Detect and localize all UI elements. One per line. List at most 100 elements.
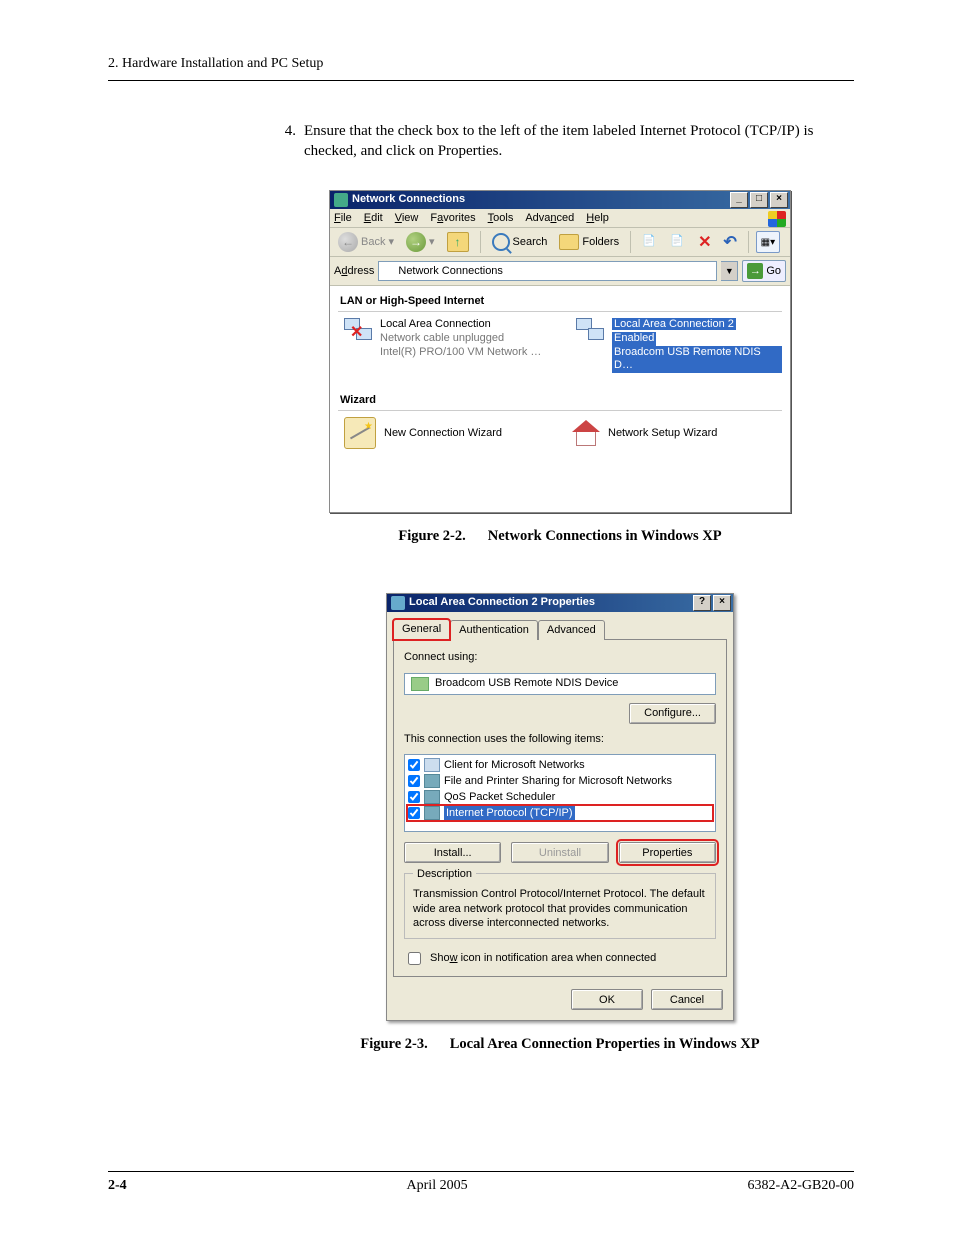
back-button[interactable]: ←Back ▾ [334, 231, 398, 253]
tab-general[interactable]: General [393, 619, 450, 640]
windows-flag-icon [768, 211, 786, 227]
menu-file[interactable]: File [334, 211, 352, 226]
content-area: LAN or High-Speed Internet ✕ Local Area … [330, 286, 790, 512]
install-button[interactable]: Install... [404, 842, 501, 863]
item-checkbox[interactable] [408, 775, 420, 787]
menu-favorites[interactable]: Favorites [430, 211, 475, 226]
list-item[interactable]: File and Printer Sharing for Microsoft N… [407, 773, 713, 789]
adapter-field: Broadcom USB Remote NDIS Device [404, 673, 716, 695]
item-checkbox[interactable] [408, 791, 420, 803]
header-rule [108, 80, 854, 81]
description-group: Description Transmission Control Protoco… [404, 873, 716, 939]
search-button[interactable]: Search [488, 231, 552, 253]
footer-date: April 2005 [407, 1178, 468, 1194]
connection-lac2[interactable]: Local Area Connection 2 Enabled Broadcom… [576, 318, 782, 373]
conn1-device: Intel(R) PRO/100 VM Network … [380, 346, 541, 360]
address-label: Address [334, 264, 374, 279]
help-button[interactable]: ? [693, 595, 711, 611]
step-number: 4. [276, 121, 296, 162]
show-icon-label: Show icon in notification area when conn… [430, 951, 656, 966]
page-footer: 2-4 April 2005 6382-A2-GB20-00 [108, 1171, 854, 1194]
address-icon [382, 265, 394, 277]
minimize-button[interactable]: _ [730, 192, 748, 208]
figure-lac-properties: Local Area Connection 2 Properties ? × G… [386, 593, 734, 1021]
wizard-new-connection[interactable]: ★ New Connection Wizard [344, 417, 544, 449]
folders-icon [559, 234, 579, 250]
close-button[interactable]: × [713, 595, 731, 611]
maximize-button[interactable]: □ [750, 192, 768, 208]
connection-icon: ✕ [344, 318, 374, 350]
forward-icon: → [406, 232, 426, 252]
home-icon [570, 418, 600, 448]
show-icon-row[interactable]: Show icon in notification area when conn… [404, 949, 716, 968]
go-icon: → [747, 263, 763, 279]
search-icon [492, 233, 510, 251]
step-4: 4. Ensure that the check box to the left… [276, 121, 844, 162]
list-item[interactable]: Client for Microsoft Networks [407, 757, 713, 773]
list-item[interactable]: QoS Packet Scheduler [407, 789, 713, 805]
menu-view[interactable]: View [395, 211, 419, 226]
move-to-button[interactable]: 📄 [638, 231, 662, 253]
figure-2-3-caption: Figure 2-3.Local Area Connection Propert… [276, 1035, 844, 1055]
views-button[interactable]: ▦▾ [756, 231, 780, 253]
tab-body: Connect using: Broadcom USB Remote NDIS … [393, 639, 727, 977]
dialog-title: Local Area Connection 2 Properties [409, 595, 595, 610]
copyto-icon: 📄 [670, 234, 686, 250]
conn2-title: Local Area Connection 2 [612, 318, 736, 330]
copy-to-button[interactable]: 📄 [666, 231, 690, 253]
qos-icon [424, 790, 440, 804]
menu-advanced[interactable]: Advanced [525, 211, 574, 226]
ok-button[interactable]: OK [571, 989, 643, 1010]
window-titlebar[interactable]: Network Connections _ □ × [330, 191, 790, 209]
step-text: Ensure that the check box to the left of… [304, 121, 844, 162]
conn1-title: Local Area Connection [380, 318, 541, 332]
undo-button[interactable]: ↶ [719, 231, 740, 253]
menu-tools[interactable]: Tools [488, 211, 514, 226]
folders-button[interactable]: Folders [555, 231, 623, 253]
connection-lac1[interactable]: ✕ Local Area Connection Network cable un… [344, 318, 550, 373]
show-icon-checkbox[interactable] [408, 952, 421, 965]
uninstall-button: Uninstall [511, 842, 608, 863]
properties-button[interactable]: Properties [619, 842, 716, 863]
undo-icon: ↶ [723, 232, 736, 254]
footer-docnum: 6382-A2-GB20-00 [747, 1178, 854, 1194]
menu-edit[interactable]: Edit [364, 211, 383, 226]
configure-button[interactable]: Configure... [629, 703, 716, 724]
items-listbox[interactable]: Client for Microsoft Networks File and P… [404, 754, 716, 832]
moveto-icon: 📄 [642, 234, 658, 250]
conn1-status: Network cable unplugged [380, 332, 541, 346]
delete-button[interactable]: ✕ [694, 231, 715, 253]
group-wizard: Wizard [338, 389, 782, 411]
printer-icon [424, 774, 440, 788]
wizard-network-setup[interactable]: Network Setup Wizard [570, 417, 770, 449]
wizard-label: New Connection Wizard [384, 426, 502, 441]
toolbar-separator [748, 231, 749, 253]
app-icon [334, 193, 348, 207]
cancel-button[interactable]: Cancel [651, 989, 723, 1010]
conn2-status: Enabled [612, 332, 656, 346]
address-dropdown[interactable]: ▼ [721, 261, 738, 281]
window-title: Network Connections [352, 192, 465, 207]
item-checkbox[interactable] [408, 807, 420, 819]
close-button[interactable]: × [770, 192, 788, 208]
connection-icon [576, 318, 606, 350]
forward-button[interactable]: → ▾ [402, 231, 439, 253]
connect-using-label: Connect using: [404, 650, 716, 665]
figure-2-2-caption: Figure 2-2.Network Connections in Window… [276, 527, 844, 547]
list-item-tcpip[interactable]: Internet Protocol (TCP/IP) [407, 805, 713, 821]
dialog-titlebar[interactable]: Local Area Connection 2 Properties ? × [387, 594, 733, 612]
toolbar-separator [630, 231, 631, 253]
page-header: 2. Hardware Installation and PC Setup [108, 56, 854, 72]
tab-advanced[interactable]: Advanced [538, 620, 605, 640]
tab-authentication[interactable]: Authentication [450, 620, 538, 640]
up-button[interactable]: ↑ [443, 231, 473, 253]
go-button[interactable]: →Go [742, 260, 786, 282]
menu-help[interactable]: Help [586, 211, 609, 226]
footer-page: 2-4 [108, 1178, 127, 1194]
wizard-label: Network Setup Wizard [608, 426, 717, 441]
group-lan: LAN or High-Speed Internet [338, 290, 782, 312]
address-bar: Address Network Connections ▼ →Go [330, 257, 790, 286]
description-label: Description [413, 867, 476, 882]
item-checkbox[interactable] [408, 759, 420, 771]
address-field[interactable]: Network Connections [378, 261, 717, 281]
